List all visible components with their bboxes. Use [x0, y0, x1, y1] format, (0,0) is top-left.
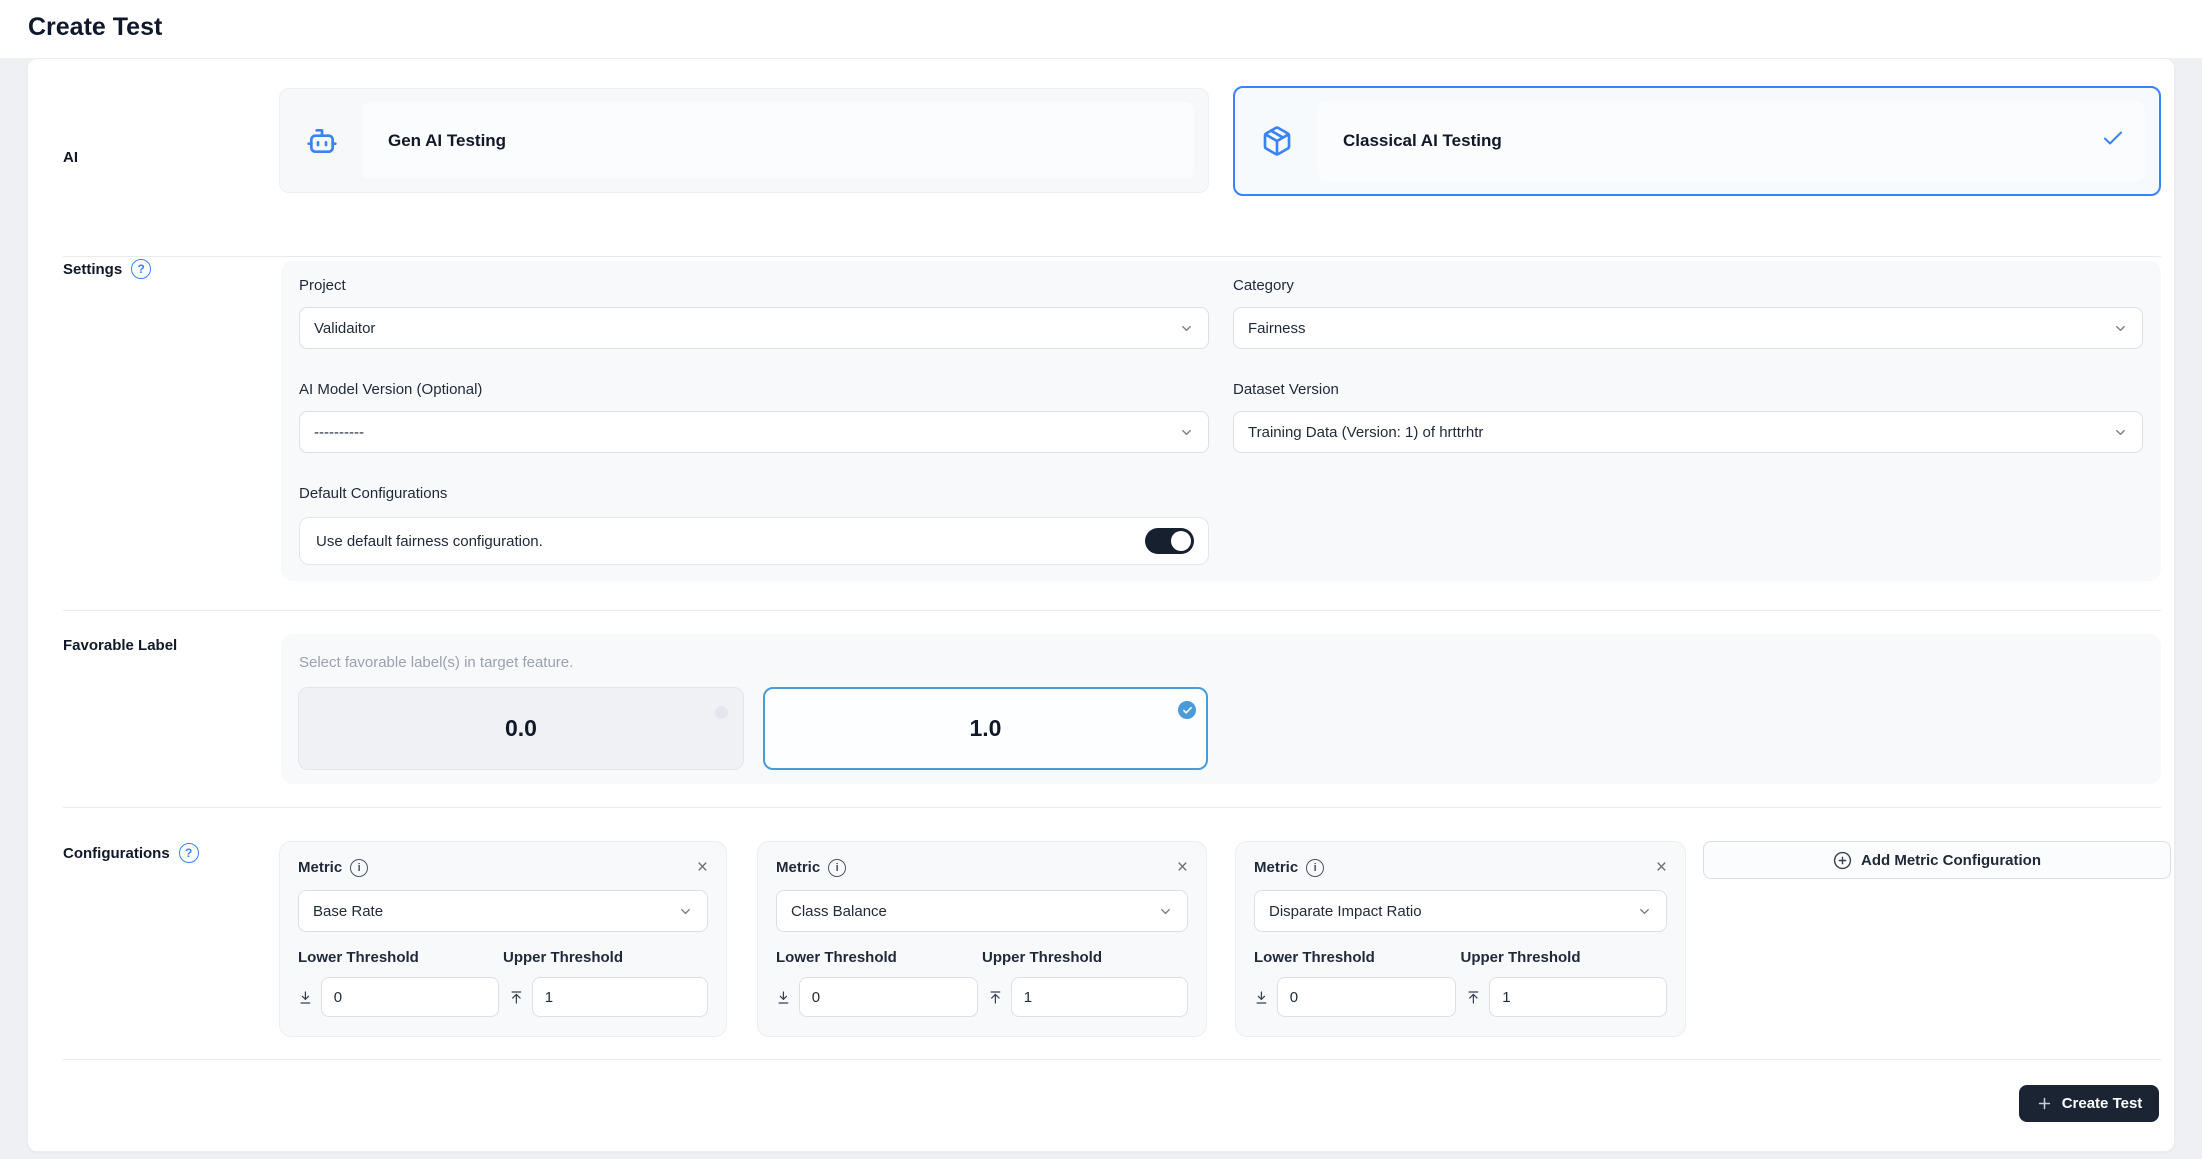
toggle-knob	[1171, 531, 1191, 551]
metric-label: Metric	[298, 859, 343, 876]
upper-threshold-input[interactable]	[1010, 977, 1188, 1017]
arrow-up-to-line-icon	[1468, 990, 1479, 1004]
info-icon[interactable]: i	[1306, 858, 1325, 877]
upper-threshold-label: Upper Threshold	[503, 949, 624, 966]
ai-option-title: Classical AI Testing	[1343, 131, 1502, 150]
default-configurations-label: Default Configurations	[299, 485, 448, 502]
lower-threshold-input[interactable]	[320, 977, 499, 1017]
metric-select[interactable]: Base Rate	[298, 890, 708, 932]
metric-select[interactable]: Disparate Impact Ratio	[1254, 890, 1667, 932]
check-circle-icon	[1178, 701, 1196, 719]
create-test-card: AI Gen AI Testing Classical AI Testing S…	[27, 58, 2175, 1152]
favorable-option-value: 0.0	[505, 715, 537, 741]
lower-threshold-input[interactable]	[798, 977, 978, 1017]
metric-select-value: Disparate Impact Ratio	[1269, 902, 1422, 920]
radio-unchecked-icon	[715, 706, 728, 719]
lower-threshold-label: Lower Threshold	[298, 949, 419, 966]
upper-threshold-input[interactable]	[1489, 977, 1667, 1017]
model-version-label: AI Model Version (Optional)	[299, 381, 483, 398]
favorable-option-0[interactable]: 0.0	[298, 687, 744, 770]
ai-section-label: AI	[63, 149, 78, 166]
category-label: Category	[1233, 277, 1294, 294]
default-configuration-toggle[interactable]	[1145, 528, 1194, 554]
project-label: Project	[299, 277, 346, 294]
category-select[interactable]: Fairness	[1233, 307, 2143, 349]
lower-threshold-label: Lower Threshold	[1254, 949, 1375, 966]
close-icon[interactable]: ×	[1656, 858, 1667, 877]
toggle-description: Use default fairness configuration.	[316, 532, 543, 550]
help-icon[interactable]: ?	[178, 843, 199, 863]
chevron-down-icon	[681, 908, 690, 914]
help-icon[interactable]: ?	[131, 259, 152, 279]
chevron-down-icon	[1182, 429, 1191, 435]
metric-select[interactable]: Class Balance	[776, 890, 1188, 932]
add-metric-configuration-label: Add Metric Configuration	[1861, 851, 2041, 869]
page-header: Create Test	[0, 0, 2202, 58]
chevron-down-icon	[1161, 908, 1170, 914]
upper-threshold-input[interactable]	[531, 977, 708, 1017]
section-divider	[63, 807, 2161, 808]
ai-option-classical-ai[interactable]: Classical AI Testing	[1233, 86, 2161, 196]
page-title: Create Test	[28, 13, 163, 41]
metric-label: Metric	[776, 859, 821, 876]
ai-option-gen-ai[interactable]: Gen AI Testing	[279, 88, 1209, 193]
chevron-down-icon	[2116, 325, 2125, 331]
close-icon[interactable]: ×	[697, 858, 708, 877]
default-configuration-row: Use default fairness configuration.	[299, 517, 1209, 565]
project-select-value: Validaitor	[314, 319, 376, 337]
project-select[interactable]: Validaitor	[299, 307, 1209, 349]
lower-threshold-label: Lower Threshold	[776, 949, 897, 966]
selected-check-icon	[2101, 127, 2125, 156]
configurations-section-label: Configurations ?	[63, 843, 199, 863]
chevron-down-icon	[2116, 429, 2125, 435]
chevron-down-icon	[1182, 325, 1191, 331]
metric-label: Metric	[1254, 859, 1299, 876]
close-icon[interactable]: ×	[1177, 858, 1188, 877]
plus-icon	[2038, 1097, 2050, 1110]
package-icon	[1261, 125, 1293, 157]
favorable-option-value: 1.0	[969, 715, 1002, 741]
favorable-section-label: Favorable Label	[63, 637, 178, 654]
metric-select-value: Base Rate	[313, 902, 384, 920]
metric-card: Metric i × Class Balance Lower Threshold…	[757, 841, 1207, 1037]
dataset-version-label: Dataset Version	[1233, 381, 1339, 398]
settings-panel: Project Validaitor Category Fairness AI …	[281, 261, 2161, 581]
upper-threshold-label: Upper Threshold	[1460, 949, 1581, 966]
dataset-version-select-value: Training Data (Version: 1) of hrttrhtr	[1248, 423, 1484, 441]
section-divider	[63, 256, 2161, 257]
metric-select-value: Class Balance	[791, 902, 887, 920]
favorable-option-1[interactable]: 1.0	[763, 687, 1208, 770]
ai-option-title: Gen AI Testing	[388, 130, 507, 150]
footer-divider	[63, 1059, 2161, 1060]
section-divider	[63, 610, 2161, 611]
arrow-up-to-line-icon	[511, 990, 522, 1004]
metric-card: Metric i × Disparate Impact Ratio Lower …	[1235, 841, 1686, 1037]
plus-circle-icon	[1833, 851, 1852, 869]
model-version-select[interactable]: ----------	[299, 411, 1209, 453]
arrow-down-to-line-icon	[1256, 990, 1267, 1004]
arrow-down-to-line-icon	[300, 990, 311, 1004]
info-icon[interactable]: i	[828, 858, 847, 877]
settings-section-label: Settings ?	[63, 259, 152, 279]
arrow-up-to-line-icon	[990, 990, 1001, 1004]
upper-threshold-label: Upper Threshold	[982, 949, 1103, 966]
lower-threshold-input[interactable]	[1276, 977, 1457, 1017]
ai-option-inner: Gen AI Testing	[362, 102, 1194, 179]
settings-label-text: Settings	[63, 260, 123, 278]
info-icon[interactable]: i	[350, 858, 369, 877]
favorable-hint: Select favorable label(s) in target feat…	[299, 654, 574, 671]
configurations-label-text: Configurations	[63, 844, 170, 862]
metric-card: Metric i × Base Rate Lower Threshold Upp…	[279, 841, 727, 1037]
arrow-down-to-line-icon	[778, 990, 789, 1004]
ai-option-inner: Classical AI Testing	[1317, 101, 2145, 181]
category-select-value: Fairness	[1248, 319, 1306, 337]
create-test-button-label: Create Test	[2061, 1095, 2143, 1112]
chevron-down-icon	[1640, 908, 1649, 914]
favorable-panel: Select favorable label(s) in target feat…	[281, 634, 2161, 784]
add-metric-configuration-button[interactable]: Add Metric Configuration	[1703, 841, 2171, 879]
dataset-version-select[interactable]: Training Data (Version: 1) of hrttrhtr	[1233, 411, 2143, 453]
create-test-button[interactable]: Create Test	[2019, 1085, 2159, 1122]
model-version-select-value: ----------	[314, 423, 364, 441]
bot-icon	[306, 125, 338, 157]
